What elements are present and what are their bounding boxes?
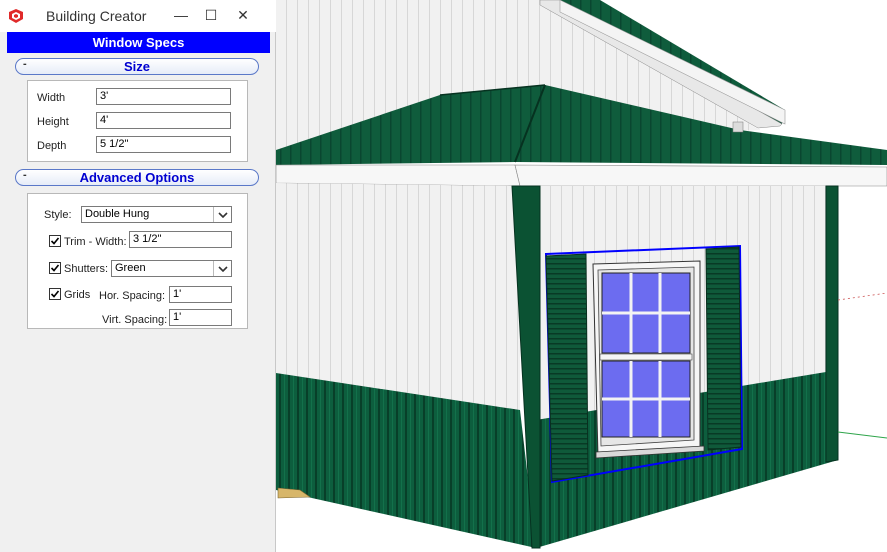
vert-spacing-input[interactable]: 1' xyxy=(169,309,232,326)
maximize-button[interactable]: ☐ xyxy=(196,0,226,30)
size-section-header[interactable]: - Size xyxy=(15,58,259,75)
advanced-collapse-toggle[interactable]: - xyxy=(23,169,27,181)
close-button[interactable]: ✕ xyxy=(228,0,258,30)
grids-checkbox[interactable] xyxy=(49,288,61,300)
height-input[interactable]: 4' xyxy=(96,112,231,129)
check-icon xyxy=(50,264,60,272)
shutters-select[interactable]: Green xyxy=(111,260,232,277)
hor-spacing-label: Hor. Spacing: xyxy=(99,290,166,302)
corner-trim-right xyxy=(825,185,839,463)
advanced-options-title: Advanced Options xyxy=(79,170,195,185)
width-input[interactable]: 3' xyxy=(96,88,231,105)
style-select-value: Double Hung xyxy=(85,208,150,220)
depth-label: Depth xyxy=(37,140,67,152)
upper-sash xyxy=(601,272,691,354)
height-label: Height xyxy=(37,116,69,128)
size-collapse-toggle[interactable]: - xyxy=(23,58,27,70)
size-section-title: Size xyxy=(123,59,150,74)
chevron-down-icon[interactable] xyxy=(213,261,231,276)
eave-fascia xyxy=(275,164,521,187)
shutters-label: Shutters: xyxy=(64,263,109,275)
hor-spacing-input[interactable]: 1' xyxy=(169,286,232,303)
size-panel: Width 3' Height 4' Depth 5 1/2" xyxy=(27,80,248,162)
check-icon xyxy=(50,237,60,245)
shutters-select-value: Green xyxy=(115,262,146,274)
building-creator-dialog: Building Creator — ☐ ✕ Window Specs - Si… xyxy=(0,0,276,552)
chevron-down-icon[interactable] xyxy=(213,207,231,222)
minimize-button[interactable]: — xyxy=(166,0,196,30)
left-shutter xyxy=(545,253,589,482)
trim-checkbox[interactable] xyxy=(49,235,61,247)
window-title: Building Creator xyxy=(46,8,147,24)
lower-sash xyxy=(601,360,691,438)
sketchup-icon xyxy=(8,8,24,24)
style-select[interactable]: Double Hung xyxy=(81,206,232,223)
check-icon xyxy=(50,290,60,298)
advanced-options-panel: Style: Double Hung Trim - Width: 3 1/2" … xyxy=(27,193,248,329)
shutters-checkbox[interactable] xyxy=(49,262,61,274)
vert-spacing-label: Virt. Spacing: xyxy=(102,314,168,326)
title-bar[interactable]: Building Creator — ☐ ✕ xyxy=(0,0,276,32)
window-assembly[interactable] xyxy=(544,244,744,484)
style-label: Style: xyxy=(44,209,72,221)
trim-width-label: Trim - Width: xyxy=(64,236,127,248)
right-shutter xyxy=(705,246,742,451)
left-wall-siding xyxy=(276,183,520,410)
advanced-options-header[interactable]: - Advanced Options xyxy=(15,169,259,186)
width-label: Width xyxy=(37,92,66,104)
trim-width-input[interactable]: 3 1/2" xyxy=(129,231,232,248)
window-specs-header: Window Specs xyxy=(7,32,270,53)
depth-input[interactable]: 5 1/2" xyxy=(96,136,231,153)
grids-label: Grids xyxy=(64,289,91,301)
